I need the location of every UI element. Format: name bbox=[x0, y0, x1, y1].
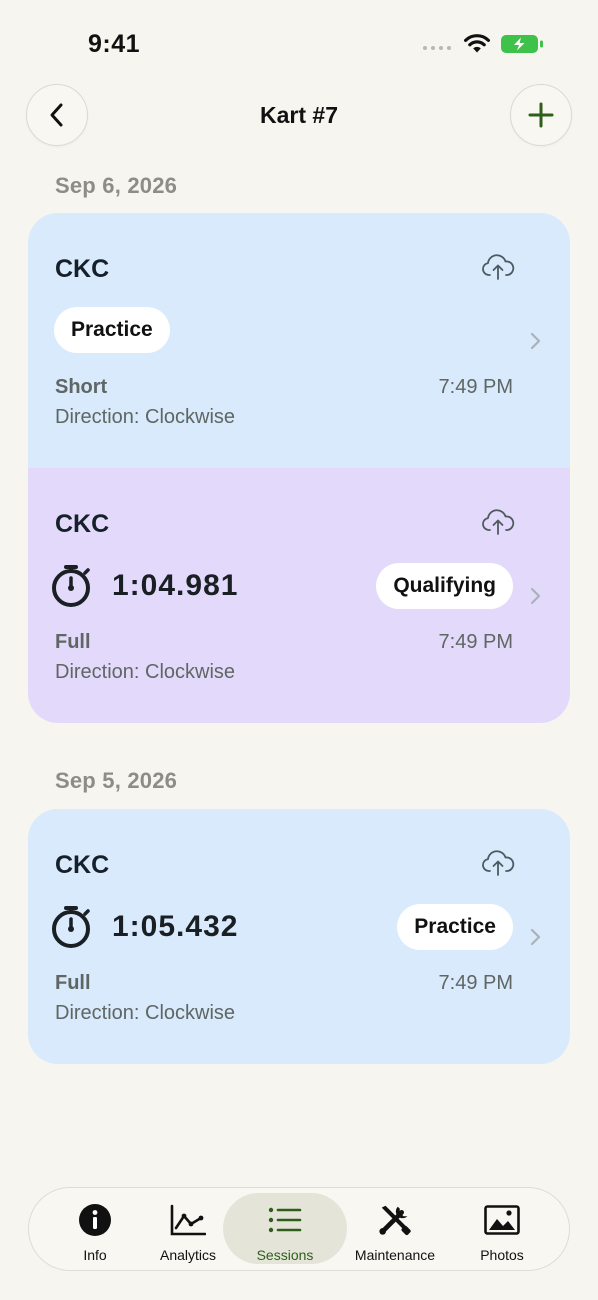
track-name: CKC bbox=[55, 510, 110, 538]
photo-icon bbox=[484, 1203, 520, 1237]
tab-maintenance[interactable]: Maintenance bbox=[347, 1188, 443, 1269]
chevron-right-icon bbox=[530, 332, 541, 350]
status-time: 9:41 bbox=[88, 30, 141, 58]
cloud-upload-icon[interactable] bbox=[481, 508, 515, 536]
battery-icon bbox=[501, 35, 543, 53]
page-title: Kart #7 bbox=[260, 102, 338, 128]
session-time: 7:49 PM bbox=[438, 631, 513, 653]
stopwatch-icon bbox=[52, 565, 90, 607]
session-group: CKC Practice Short Direction: Clockwise … bbox=[28, 213, 570, 723]
chevron-right-icon bbox=[530, 928, 541, 946]
plus-icon bbox=[528, 102, 554, 128]
tab-label: Photos bbox=[480, 1247, 524, 1263]
track-layout: Full bbox=[55, 972, 91, 994]
tools-icon bbox=[377, 1203, 413, 1237]
session-type-badge: Practice bbox=[397, 904, 513, 950]
track-direction: Direction: Clockwise bbox=[55, 406, 236, 428]
track-direction: Direction: Clockwise bbox=[55, 1002, 236, 1024]
chevron-right-icon bbox=[530, 587, 541, 605]
list-icon bbox=[267, 1203, 303, 1237]
session-card[interactable]: CKC Practice Short Direction: Clockwise … bbox=[28, 213, 570, 468]
status-bar: 9:41 bbox=[0, 0, 598, 80]
tab-sessions[interactable]: Sessions bbox=[236, 1188, 334, 1269]
lap-time: 1:04.981 bbox=[112, 569, 239, 602]
tab-photos[interactable]: Photos bbox=[461, 1188, 543, 1269]
session-type-badge: Qualifying bbox=[376, 563, 513, 609]
best-lap: 1:04.981 bbox=[50, 563, 238, 609]
date-header: Sep 6, 2026 bbox=[55, 173, 178, 198]
tab-bar: Info Analytics Sessions Maintenance Phot… bbox=[28, 1187, 570, 1271]
tab-label: Sessions bbox=[256, 1247, 314, 1263]
track-layout: Full bbox=[55, 631, 91, 653]
stopwatch-icon bbox=[52, 906, 90, 948]
session-card[interactable]: CKC 1:04.981 Qualifying Full Direction: … bbox=[28, 468, 570, 723]
signal-icon bbox=[423, 46, 451, 50]
best-lap: 1:05.432 bbox=[50, 904, 238, 950]
session-time: 7:49 PM bbox=[438, 376, 513, 398]
track-layout: Short bbox=[55, 376, 108, 398]
session-type-badge: Practice bbox=[54, 307, 170, 353]
info-icon bbox=[77, 1203, 113, 1237]
analytics-icon bbox=[170, 1203, 206, 1237]
wifi-icon bbox=[464, 34, 490, 53]
cloud-upload-icon[interactable] bbox=[481, 253, 515, 281]
tab-label: Maintenance bbox=[354, 1247, 436, 1263]
session-card[interactable]: CKC 1:05.432 Practice Full Direction: Cl… bbox=[28, 809, 570, 1064]
cloud-upload-icon[interactable] bbox=[481, 849, 515, 877]
tab-label: Analytics bbox=[159, 1247, 217, 1263]
session-group: CKC 1:05.432 Practice Full Direction: Cl… bbox=[28, 809, 570, 1064]
navigation-bar: Kart #7 bbox=[0, 84, 598, 146]
tab-label: Info bbox=[83, 1247, 107, 1263]
track-name: CKC bbox=[55, 851, 110, 879]
add-session-button[interactable] bbox=[510, 84, 572, 146]
track-name: CKC bbox=[55, 255, 110, 283]
tab-info[interactable]: Info bbox=[54, 1188, 136, 1269]
track-direction: Direction: Clockwise bbox=[55, 661, 236, 683]
tab-analytics[interactable]: Analytics bbox=[142, 1188, 234, 1269]
session-time: 7:49 PM bbox=[438, 972, 513, 994]
lap-time: 1:05.432 bbox=[112, 910, 239, 943]
date-header: Sep 5, 2026 bbox=[55, 768, 178, 793]
